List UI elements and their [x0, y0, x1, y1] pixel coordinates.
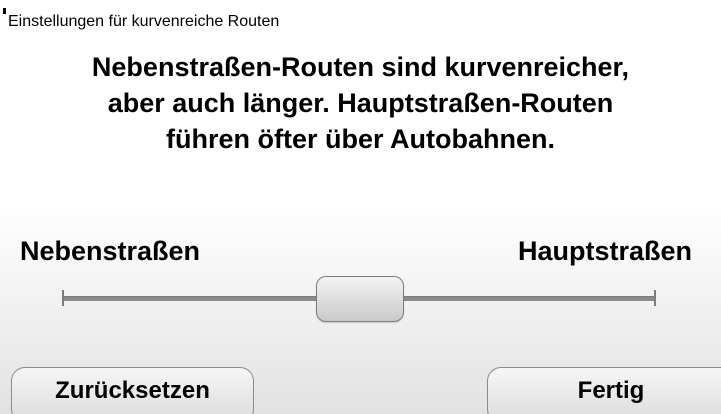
description-line: aber auch länger. Hauptstraßen-Routen: [107, 88, 614, 118]
done-button-label: Fertig: [577, 377, 645, 404]
description-text: Nebenstraßen-Routen sind kurvenreicher, …: [0, 49, 721, 157]
slider-track-end-tick: [654, 290, 656, 306]
reset-button-label: Zurücksetzen: [55, 377, 210, 404]
description-line: führen öfter über Autobahnen.: [166, 124, 555, 154]
slider-track-start-tick: [62, 290, 64, 306]
reset-button[interactable]: Zurücksetzen: [11, 367, 254, 414]
slider-max-label: Hauptstraßen: [518, 236, 693, 266]
page-title: Einstellungen für kurvenreiche Routen: [8, 13, 280, 30]
slider-thumb[interactable]: [316, 276, 404, 322]
winding-routes-settings-screen: Einstellungen für kurvenreiche Routen Ne…: [0, 0, 721, 414]
corner-marker: [3, 8, 6, 14]
slider-min-label: Nebenstraßen: [20, 236, 201, 266]
done-button[interactable]: Fertig: [487, 367, 721, 414]
route-type-slider[interactable]: [62, 276, 656, 322]
description-line: Nebenstraßen-Routen sind kurvenreicher,: [91, 52, 630, 82]
